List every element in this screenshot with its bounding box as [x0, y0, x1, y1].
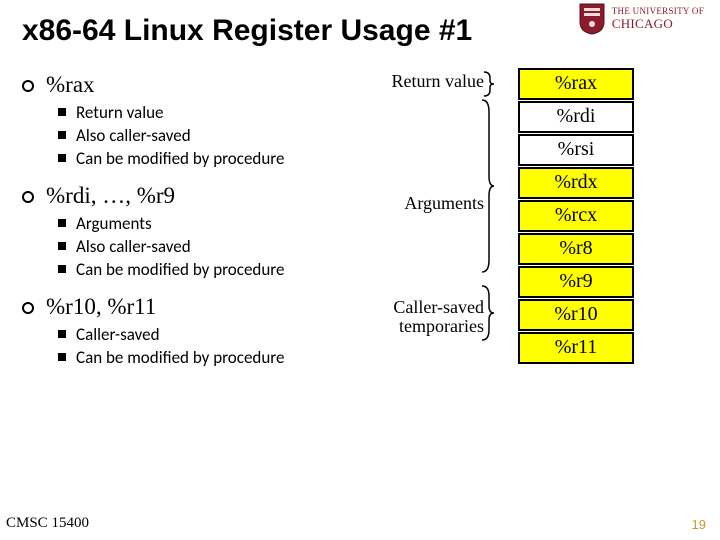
- group-label-args: Arguments: [404, 194, 484, 214]
- register-box: %r8: [518, 233, 634, 265]
- section-head: %rdi, …, %r9: [22, 183, 342, 209]
- sub-bullet: Also caller-saved: [58, 236, 342, 257]
- bullet-ring-icon: [22, 191, 34, 203]
- register-column: %rax %rdi %rsi %rdx %rcx %r8 %r9 %r10 %r…: [518, 68, 634, 382]
- brace-icon: [480, 284, 494, 346]
- brace-icon: [480, 98, 494, 282]
- sub-bullet: Can be modified by procedure: [58, 148, 342, 169]
- sub-bullet: Return value: [58, 102, 342, 123]
- register-box: %r10: [518, 299, 634, 331]
- register-box: %r9: [518, 266, 634, 298]
- section-head: %r10, %r11: [22, 294, 342, 320]
- content-area: %rax Return value Also caller-saved Can …: [22, 68, 700, 382]
- bullet-ring-icon: [22, 80, 34, 92]
- square-bullet-icon: [58, 353, 66, 361]
- register-box: %rdi: [518, 101, 634, 133]
- register-box: %rdx: [518, 167, 634, 199]
- square-bullet-icon: [58, 108, 66, 116]
- sub-list: Return value Also caller-saved Can be mo…: [58, 102, 342, 169]
- register-box: %rax: [518, 68, 634, 100]
- sub-list: Caller-saved Can be modified by procedur…: [58, 324, 342, 368]
- logo-line2: CHICAGO: [612, 17, 704, 31]
- register-box: %rcx: [518, 200, 634, 232]
- brace-icon: [482, 70, 494, 98]
- section-title: %rdi, …, %r9: [46, 183, 175, 209]
- square-bullet-icon: [58, 242, 66, 250]
- square-bullet-icon: [58, 330, 66, 338]
- square-bullet-icon: [58, 219, 66, 227]
- sub-bullet: Arguments: [58, 213, 342, 234]
- group-label-return: Return value: [392, 72, 484, 92]
- course-code: CMSC 15400: [6, 515, 89, 532]
- shield-icon: [578, 2, 606, 36]
- section-title: %rax: [46, 72, 95, 98]
- bullet-column: %rax Return value Also caller-saved Can …: [22, 68, 342, 382]
- sub-list: Arguments Also caller-saved Can be modif…: [58, 213, 342, 280]
- square-bullet-icon: [58, 265, 66, 273]
- logo-text: THE UNIVERSITY OF CHICAGO: [612, 7, 704, 31]
- university-logo: THE UNIVERSITY OF CHICAGO: [578, 2, 704, 36]
- page-number: 19: [692, 517, 706, 532]
- sub-bullet: Can be modified by procedure: [58, 259, 342, 280]
- sub-bullet: Can be modified by procedure: [58, 347, 342, 368]
- section-head: %rax: [22, 72, 342, 98]
- label-column: Return value Arguments Caller-saved temp…: [342, 68, 492, 382]
- bullet-ring-icon: [22, 302, 34, 314]
- slide: THE UNIVERSITY OF CHICAGO x86-64 Linux R…: [0, 0, 720, 540]
- group-label-temps: Caller-saved temporaries: [393, 298, 484, 338]
- register-box: %r11: [518, 332, 634, 364]
- sub-bullet: Also caller-saved: [58, 125, 342, 146]
- register-box: %rsi: [518, 134, 634, 166]
- square-bullet-icon: [58, 131, 66, 139]
- section-title: %r10, %r11: [46, 294, 156, 320]
- square-bullet-icon: [58, 154, 66, 162]
- sub-bullet: Caller-saved: [58, 324, 342, 345]
